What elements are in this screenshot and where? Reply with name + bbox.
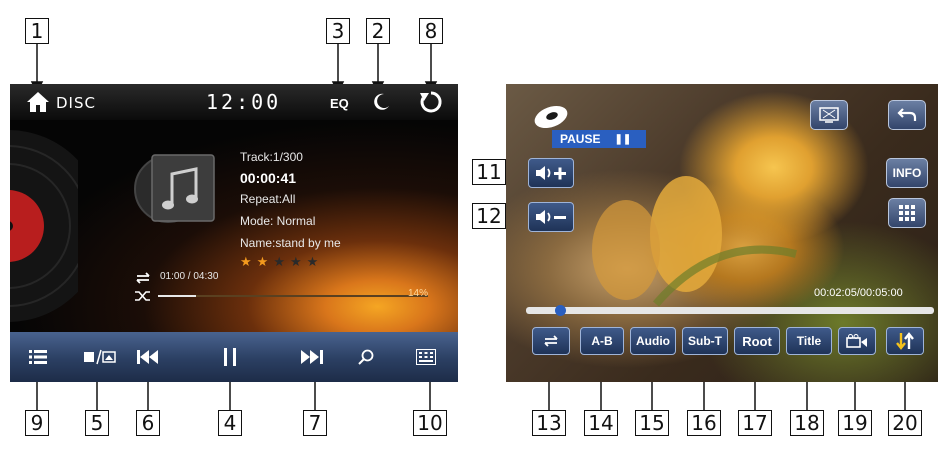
rating-star[interactable]: ★ — [307, 254, 324, 269]
callout-19: 19 — [838, 410, 872, 436]
keypad-button[interactable] — [412, 342, 440, 372]
callout-4: 4 — [218, 410, 242, 436]
moon-icon[interactable] — [371, 92, 391, 112]
callout-7: 7 — [303, 410, 327, 436]
search-icon — [358, 349, 374, 365]
video-progress-track[interactable] — [526, 305, 934, 316]
callout-15: 15 — [635, 410, 669, 436]
control-bar — [10, 332, 458, 382]
eq-button[interactable]: EQ — [330, 96, 349, 111]
volume-up-icon — [536, 166, 566, 180]
stop-picture-icon — [84, 349, 116, 365]
subtitle-label: Sub-T — [688, 334, 722, 348]
callout-6: 6 — [136, 410, 160, 436]
progress-knob[interactable] — [554, 305, 566, 316]
callout-3: 3 — [326, 18, 350, 44]
top-bar: DISC 12:00 EQ — [10, 84, 458, 120]
list-button[interactable] — [26, 342, 50, 372]
ab-label: A-B — [591, 334, 613, 348]
rating-star[interactable]: ★ — [240, 254, 257, 269]
list-icon — [29, 350, 47, 364]
keypad-button-right[interactable] — [888, 198, 926, 228]
swap-button[interactable] — [886, 327, 924, 355]
info-label: INFO — [892, 166, 922, 180]
previous-button[interactable] — [134, 342, 162, 372]
vinyl-disc-icon — [10, 130, 78, 322]
play-mode: Mode: Normal — [240, 214, 316, 228]
time-progress: 01:00 / 04:30 — [160, 271, 219, 282]
rating-star[interactable]: ★ — [273, 254, 290, 269]
callout-1: 1 — [25, 18, 49, 44]
callout-11: 11 — [472, 159, 506, 185]
clock: 12:00 — [206, 90, 282, 114]
repeat-icon — [544, 335, 558, 347]
volume-down-icon — [536, 210, 566, 224]
return-button[interactable] — [888, 100, 926, 130]
callout-12: 12 — [472, 203, 506, 229]
progress-track[interactable] — [158, 295, 428, 297]
time-display: 00:02:05/00:05:00 — [814, 287, 903, 299]
skip-previous-icon — [137, 350, 158, 364]
screen-off-button[interactable] — [810, 100, 848, 130]
title-menu-button[interactable]: Title — [786, 327, 832, 355]
now-playing-panel: Track:1/300 00:00:41 Repeat:All Mode: No… — [10, 120, 458, 332]
camera-icon — [846, 334, 867, 348]
callout-10: 10 — [413, 410, 447, 436]
next-button[interactable] — [298, 342, 326, 372]
keypad-icon — [899, 205, 915, 221]
audio-label: Audio — [636, 334, 670, 348]
shuffle-icon — [135, 291, 150, 301]
video-player-screen: PAUSE ❚❚ INFO 00:02:05/00:05:00 A-B Audi… — [506, 84, 938, 382]
callout-5: 5 — [85, 410, 109, 436]
root-label: Root — [742, 333, 772, 349]
info-button[interactable]: INFO — [886, 158, 928, 188]
return-icon — [897, 108, 917, 121]
up-down-arrows-icon — [896, 332, 914, 350]
rating-star[interactable]: ★ — [290, 254, 307, 269]
track-number: Track:1/300 — [240, 150, 303, 164]
disc-player-screen: DISC 12:00 EQ Track:1/300 00:00:41 Repea… — [10, 84, 458, 382]
title-label: Title — [796, 334, 822, 348]
screen-off-icon — [819, 107, 839, 123]
home-icon[interactable] — [26, 90, 50, 114]
rating-stars[interactable]: ★★★★★ — [240, 254, 323, 270]
callout-9: 9 — [25, 410, 49, 436]
rating-star[interactable]: ★ — [257, 254, 274, 269]
callout-2: 2 — [366, 18, 390, 44]
subtitle-button[interactable]: Sub-T — [682, 327, 728, 355]
back-rotate-icon[interactable] — [418, 89, 444, 115]
ab-repeat-button[interactable]: A-B — [580, 327, 624, 355]
play-pause-button[interactable] — [216, 342, 244, 372]
volume-up-button[interactable] — [528, 158, 574, 188]
repeat-icon — [136, 272, 150, 284]
repeat-button[interactable] — [532, 327, 570, 355]
pause-icon — [224, 348, 236, 366]
callout-8: 8 — [419, 18, 443, 44]
callout-13: 13 — [532, 410, 566, 436]
album-art-icon — [134, 154, 215, 223]
song-name: Name:stand by me — [240, 236, 341, 250]
audio-button[interactable]: Audio — [630, 327, 676, 355]
pause-indicator-icon: ❚❚ — [614, 133, 632, 145]
elapsed-time: 00:00:41 — [240, 170, 297, 186]
playback-status: PAUSE — [560, 132, 601, 146]
playback-status-badge: PAUSE ❚❚ — [552, 130, 646, 148]
keypad-icon — [416, 349, 436, 365]
stop-video-button[interactable] — [82, 342, 118, 372]
progress-fill — [158, 295, 196, 297]
progress-percent: 14% — [408, 288, 429, 299]
callout-20: 20 — [888, 410, 922, 436]
root-menu-button[interactable]: Root — [734, 327, 780, 355]
callout-17: 17 — [738, 410, 772, 436]
camera-angle-button[interactable] — [838, 327, 876, 355]
volume-down-button[interactable] — [528, 202, 574, 232]
callout-14: 14 — [584, 410, 618, 436]
source-label: DISC — [56, 94, 96, 112]
callout-16: 16 — [687, 410, 721, 436]
disc-logo-icon — [534, 105, 568, 129]
callout-18: 18 — [790, 410, 824, 436]
repeat-status: Repeat:All — [240, 192, 296, 206]
search-button[interactable] — [354, 342, 378, 372]
skip-next-icon — [301, 350, 323, 364]
